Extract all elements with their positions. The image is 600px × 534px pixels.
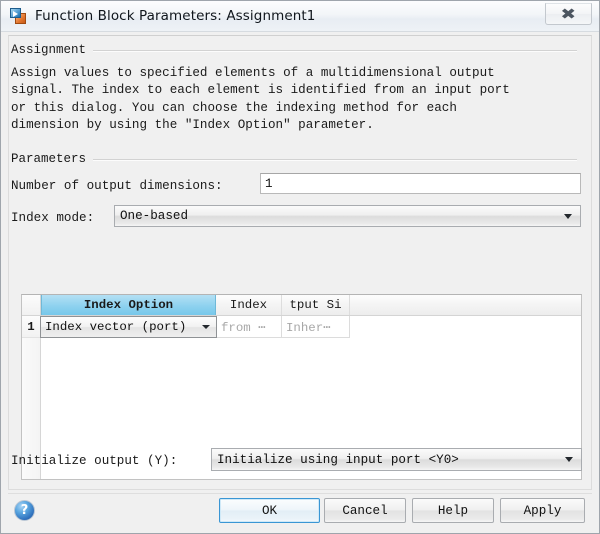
function-block-parameters-dialog: Function Block Parameters: Assignment1 ✖… (0, 0, 600, 534)
group-parameters-divider (93, 158, 577, 160)
simulink-block-icon (10, 7, 27, 25)
initialize-output-dropdown[interactable]: Initialize using input port <Y0> (211, 448, 582, 471)
group-assignment-divider (93, 49, 577, 51)
number-of-output-dimensions-input[interactable]: 1 (260, 173, 581, 194)
index-mode-value: One-based (120, 209, 189, 223)
table-corner-header (22, 295, 41, 315)
close-button[interactable]: ✖ (545, 3, 592, 25)
column-header-output-size[interactable]: tput Si (282, 295, 350, 315)
index-mode-label: Index mode: (11, 211, 95, 225)
cell-index-option-dropdown[interactable]: Index vector (port) (40, 316, 217, 338)
window-title: Function Block Parameters: Assignment1 (35, 8, 316, 24)
ok-button[interactable]: OK (219, 498, 320, 523)
column-header-filler (350, 295, 581, 315)
apply-button[interactable]: Apply (500, 498, 585, 523)
cell-index-value[interactable]: from ⋯ (217, 316, 282, 338)
block-description-text: Assign values to specified elements of a… (11, 66, 510, 133)
group-parameters-label: Parameters (11, 152, 87, 166)
chevron-down-icon (564, 213, 572, 219)
table-header-row: Index Option Index tput Si (22, 295, 581, 316)
title-bar: Function Block Parameters: Assignment1 ✖ (1, 1, 599, 32)
group-parameters: Parameters (11, 151, 577, 167)
chevron-down-icon (565, 457, 573, 462)
table-row-number: 1 (22, 316, 41, 338)
cell-index-option-value: Index vector (port) (45, 320, 187, 334)
help-button[interactable]: Help (412, 498, 494, 523)
cancel-button[interactable]: Cancel (324, 498, 406, 523)
group-assignment: Assignment (11, 42, 577, 58)
number-of-output-dimensions-label: Number of output dimensions: (11, 179, 223, 193)
group-assignment-label: Assignment (11, 43, 87, 57)
dialog-client-area: Assignment Assign values to specified el… (2, 33, 598, 532)
cell-output-size-value[interactable]: Inher⋯ (282, 316, 350, 338)
column-header-index-option[interactable]: Index Option (41, 295, 216, 315)
help-question-icon[interactable]: ? (14, 500, 35, 521)
close-icon: ✖ (560, 4, 577, 23)
index-mode-dropdown[interactable]: One-based (114, 205, 581, 227)
column-header-index[interactable]: Index (216, 295, 282, 315)
dialog-button-bar: ? OK Cancel Help Apply (8, 493, 592, 529)
initialize-output-value: Initialize using input port <Y0> (217, 452, 459, 467)
chevron-down-icon (202, 325, 210, 329)
initialize-output-label: Initialize output (Y): (11, 454, 178, 468)
table-row: 1 Index vector (port) from ⋯ Inher⋯ (22, 316, 581, 338)
